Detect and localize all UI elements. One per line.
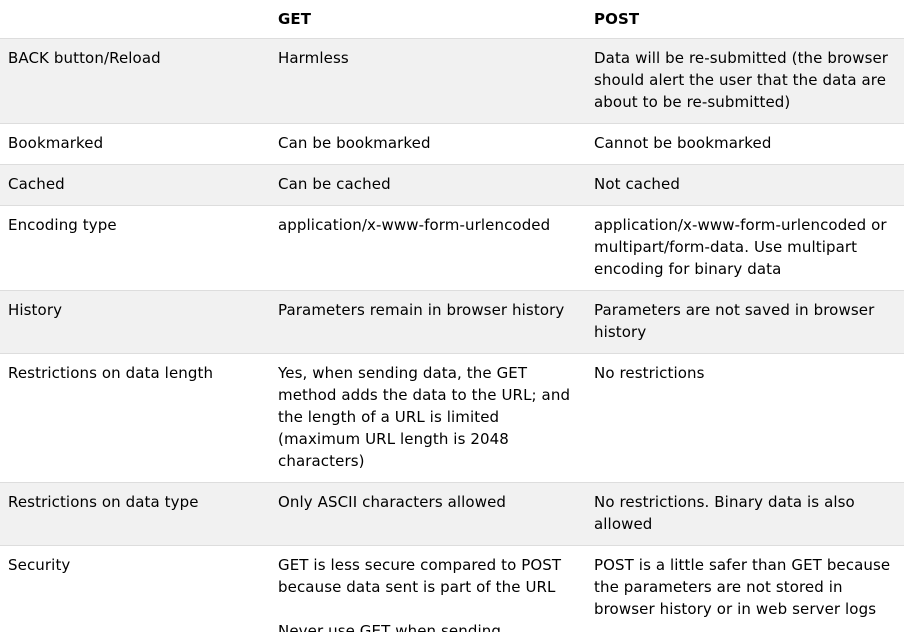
row-label: BACK button/Reload	[0, 38, 270, 124]
get-cell: Harmless	[270, 38, 586, 124]
post-cell-text: Cannot be bookmarked	[594, 134, 772, 152]
table-row: Security GET is less secure compared to P…	[0, 545, 904, 632]
row-label: Security	[0, 545, 270, 632]
get-cell-text: Can be cached	[278, 175, 391, 193]
post-cell: No restrictions. Binary data is also all…	[586, 482, 904, 546]
table-row: Cached Can be cached Not cached	[0, 164, 904, 206]
post-cell-text: No restrictions. Binary data is also all…	[594, 493, 855, 533]
get-cell-text: application/x-www-form-urlencoded	[278, 216, 551, 234]
get-cell: GET is less secure compared to POST beca…	[270, 545, 586, 632]
get-cell: Can be bookmarked	[270, 123, 586, 165]
get-cell-text: Can be bookmarked	[278, 134, 431, 152]
post-cell-text: application/x-www-form-urlencoded or mul…	[594, 216, 887, 278]
header-get-column: GET	[270, 0, 586, 39]
post-cell: No restrictions	[586, 353, 904, 483]
post-cell: application/x-www-form-urlencoded or mul…	[586, 205, 904, 291]
table-row: Encoding type application/x-www-form-urle…	[0, 205, 904, 291]
header-row: GET POST	[0, 0, 904, 39]
get-cell-text: GET is less secure compared to POST beca…	[278, 556, 562, 596]
header-label-column	[0, 0, 270, 39]
post-cell: Parameters are not saved in browser hist…	[586, 290, 904, 354]
post-cell-text: No restrictions	[594, 364, 705, 382]
row-label: History	[0, 290, 270, 354]
table-body: BACK button/Reload Harmless Data will be r…	[0, 38, 904, 632]
get-cell-text: Harmless	[278, 49, 349, 67]
table-row: History Parameters remain in browser hist…	[0, 290, 904, 354]
post-cell: POST is a little safer than GET because …	[586, 545, 904, 632]
post-cell-text: Data will be re-submitted (the browser s…	[594, 49, 889, 111]
row-label: Restrictions on data length	[0, 353, 270, 483]
table-row: Bookmarked Can be bookmarked Cannot be boo…	[0, 123, 904, 165]
get-cell: Yes, when sending data, the GET method a…	[270, 353, 586, 483]
row-label: Restrictions on data type	[0, 482, 270, 546]
post-cell-text: POST is a little safer than GET because …	[594, 556, 891, 618]
table-row: Restrictions on data length Yes, when sen…	[0, 353, 904, 483]
get-cell-text: Parameters remain in browser history	[278, 301, 565, 319]
post-cell-text: Not cached	[594, 175, 680, 193]
post-cell: Cannot be bookmarked	[586, 123, 904, 165]
row-label: Cached	[0, 164, 270, 206]
post-cell: Not cached	[586, 164, 904, 206]
get-cell-text: Yes, when sending data, the GET method a…	[278, 364, 571, 470]
post-cell: Data will be re-submitted (the browser s…	[586, 38, 904, 124]
get-cell: Parameters remain in browser history	[270, 290, 586, 354]
header-post-column: POST	[586, 0, 904, 39]
table-row: Restrictions on data type Only ASCII char…	[0, 482, 904, 546]
get-cell-text: Never use GET when sending	[278, 622, 501, 632]
row-label: Bookmarked	[0, 123, 270, 165]
get-cell: Only ASCII characters allowed	[270, 482, 586, 546]
get-cell: Can be cached	[270, 164, 586, 206]
comparison-table: GET POST BACK button/Reload Harmless Data …	[0, 0, 904, 632]
table-row: BACK button/Reload Harmless Data will be r…	[0, 38, 904, 124]
get-cell-text: Only ASCII characters allowed	[278, 493, 507, 511]
post-cell-text: Parameters are not saved in browser hist…	[594, 301, 875, 341]
row-label: Encoding type	[0, 205, 270, 291]
get-cell: application/x-www-form-urlencoded	[270, 205, 586, 291]
